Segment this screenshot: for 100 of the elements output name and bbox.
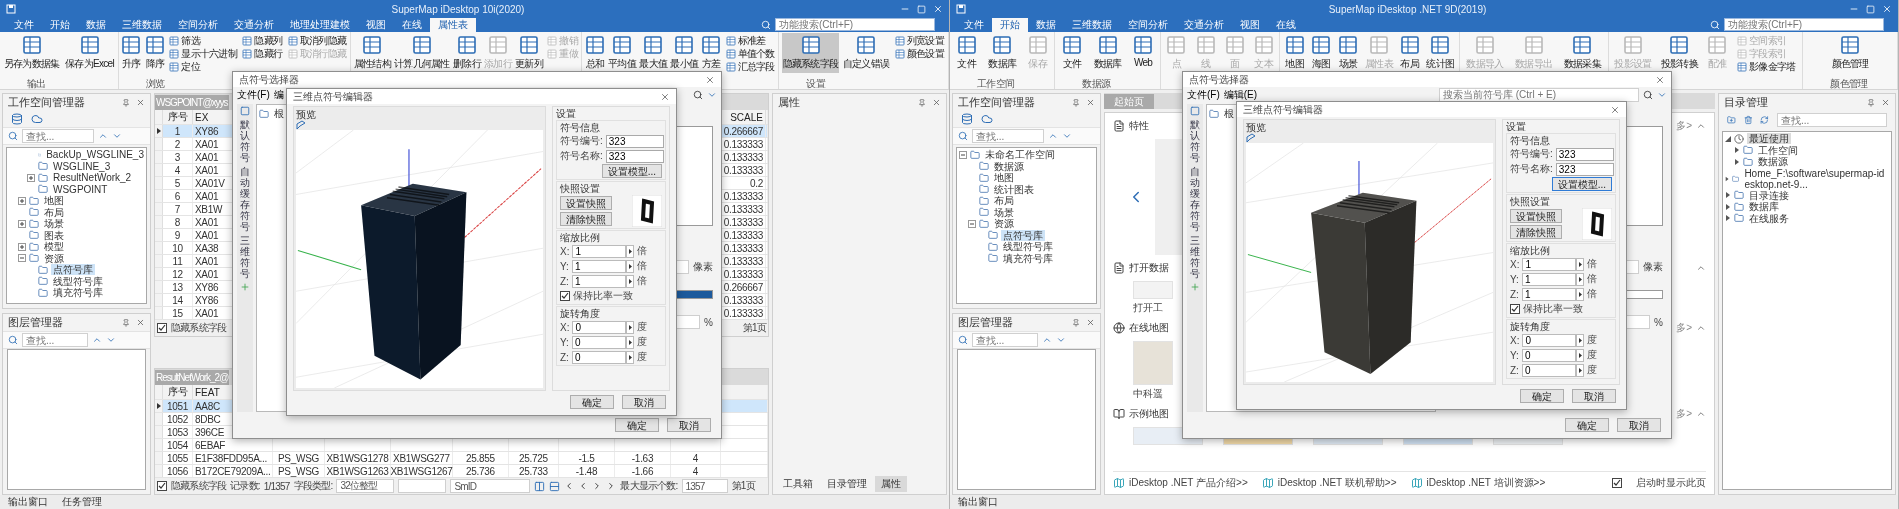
link[interactable]: iDesktop .NET 产品介绍>>: [1129, 476, 1248, 490]
side-tab[interactable]: 默认符号: [1190, 119, 1200, 163]
side-tab[interactable]: 自动缓存符号: [240, 166, 250, 232]
checkbox[interactable]: [1510, 304, 1520, 314]
spin-field[interactable]: 1: [572, 244, 627, 258]
tree-item[interactable]: 数据源: [1756, 156, 1790, 168]
spin-field[interactable]: 0: [571, 350, 626, 364]
add-icon[interactable]: [240, 282, 250, 292]
menu-item[interactable]: 编辑(E): [1223, 87, 1258, 102]
ribbon-button[interactable]: 保存为Excel: [64, 33, 115, 73]
close-icon[interactable]: [932, 98, 941, 107]
tree-item[interactable]: WSGLINE_3: [51, 160, 113, 172]
panel-tab[interactable]: 属性: [875, 476, 907, 492]
ribbon-button[interactable]: 标准差: [723, 34, 777, 47]
close-icon[interactable]: [136, 98, 145, 107]
ribbon-tab[interactable]: 在线: [1268, 18, 1304, 32]
expand-triangle-icon[interactable]: [1725, 175, 1730, 182]
max-display-field[interactable]: 1357: [681, 479, 728, 493]
pin-icon[interactable]: [122, 98, 130, 107]
snapshot-button[interactable]: 清除快照: [560, 212, 612, 226]
spin-field[interactable]: 1: [1521, 272, 1576, 286]
tree-item[interactable]: 资源: [992, 218, 1016, 230]
tree-item[interactable]: 填充符号库: [1001, 252, 1055, 264]
search-icon[interactable]: [1643, 89, 1653, 100]
delete-icon[interactable]: [1743, 114, 1753, 126]
tree-item[interactable]: Home_F:\software\supermap-idesktop.net-9...: [1742, 167, 1891, 190]
ribbon-tab[interactable]: 视图: [1232, 18, 1268, 32]
ribbon-button[interactable]: 隐藏行: [240, 47, 285, 60]
ribbon-button[interactable]: 筛选: [167, 34, 240, 47]
search-field[interactable]: 查找...: [972, 129, 1044, 143]
tree-item[interactable]: 点符号库: [1001, 229, 1045, 241]
spin-field[interactable]: 0: [572, 320, 627, 334]
ribbon-tab[interactable]: 视图: [358, 18, 394, 32]
ribbon-button[interactable]: 文件: [1061, 33, 1084, 73]
ribbon-button[interactable]: 自定义错误: [841, 33, 891, 73]
pin-icon[interactable]: [1072, 318, 1080, 327]
ribbon-button[interactable]: 取消列隐藏: [285, 34, 349, 47]
bottom-tab[interactable]: 任务管理: [62, 495, 102, 509]
search-icon[interactable]: [693, 89, 703, 100]
add-icon[interactable]: [1190, 282, 1200, 292]
ribbon-tab[interactable]: 在线: [394, 18, 430, 32]
tree-item[interactable]: 资源: [42, 252, 66, 264]
expand-icon[interactable]: [18, 219, 26, 228]
function-search-field[interactable]: 功能搜索(Ctrl+F): [775, 18, 935, 31]
close-icon[interactable]: [660, 91, 670, 102]
close-icon[interactable]: [933, 4, 943, 14]
ribbon-tab[interactable]: 交通分析: [1176, 18, 1232, 32]
database-icon[interactable]: [11, 113, 23, 125]
close-icon[interactable]: [1655, 74, 1665, 85]
ribbon-tab[interactable]: 空间分析: [1120, 18, 1176, 32]
dialog-button[interactable]: 确定: [1565, 418, 1609, 432]
close-icon[interactable]: [1086, 318, 1095, 327]
checkbox[interactable]: [157, 323, 167, 333]
tree-item[interactable]: 线型符号库: [51, 275, 105, 287]
pointer-tool-icon[interactable]: [296, 120, 306, 130]
tree-item[interactable]: 工作空间: [1756, 144, 1800, 156]
spin-field[interactable]: 0: [1522, 333, 1577, 347]
expand-triangle-icon[interactable]: [1734, 147, 1740, 154]
snapshot-button[interactable]: 设置快照: [1510, 209, 1562, 223]
collapse-icon[interactable]: [1696, 121, 1706, 131]
ribbon-tab[interactable]: 三维数据: [1064, 18, 1120, 32]
ribbon-tab[interactable]: 地理处理建模: [282, 18, 358, 32]
tree-item[interactable]: 统计图表: [992, 183, 1036, 195]
ribbon-tab[interactable]: 文件: [6, 18, 42, 32]
tree-item[interactable]: 布局: [992, 195, 1016, 207]
expand-icon[interactable]: [18, 242, 26, 251]
spin-field[interactable]: 1: [1522, 257, 1577, 271]
search-icon[interactable]: [958, 335, 968, 345]
tree-item[interactable]: 根: [1222, 108, 1236, 120]
ribbon-button[interactable]: 升序: [120, 33, 143, 73]
tree-item[interactable]: ResultNetWork_2: [51, 172, 134, 184]
search-field[interactable]: 查找...: [972, 333, 1038, 347]
text-field[interactable]: 323: [1555, 147, 1614, 161]
ribbon-button[interactable]: 列宽设置: [892, 34, 946, 47]
expand-icon[interactable]: [18, 196, 26, 205]
link[interactable]: iDesktop .NET 联机帮助>>: [1277, 476, 1397, 490]
search-field[interactable]: 搜索当前符号库 (Ctrl + E): [1439, 87, 1639, 102]
refresh-icon[interactable]: [1760, 114, 1769, 126]
bottom-tab[interactable]: 输出窗口: [8, 495, 48, 509]
collapse-icon[interactable]: [18, 254, 26, 263]
maximize-icon[interactable]: [917, 4, 926, 14]
menu-item[interactable]: 编: [273, 87, 284, 102]
collapse-icon[interactable]: [1696, 323, 1706, 333]
dialog-button[interactable]: 取消: [1572, 389, 1616, 403]
dialog-button[interactable]: 取消: [1617, 418, 1661, 432]
panel-tab[interactable]: 目录管理: [821, 476, 873, 492]
pin-icon[interactable]: [1867, 98, 1875, 107]
dialog-button[interactable]: 取消: [667, 418, 711, 432]
square-icon[interactable]: [1190, 106, 1200, 116]
spin-field[interactable]: 1: [571, 259, 626, 273]
dialog-button[interactable]: 确定: [1520, 389, 1564, 403]
dialog-button[interactable]: 确定: [615, 418, 659, 432]
rows-icon[interactable]: [549, 480, 561, 492]
tree-item[interactable]: 目录连接: [1747, 189, 1791, 201]
ribbon-button[interactable]: 颜色设置: [892, 47, 946, 60]
spin-field[interactable]: 0: [571, 335, 626, 349]
text-field[interactable]: 323: [605, 134, 664, 148]
spin-field[interactable]: 1: [1521, 287, 1576, 301]
tree-item[interactable]: 点符号库: [51, 264, 95, 276]
ribbon-button[interactable]: 另存为数据集: [2, 33, 61, 73]
